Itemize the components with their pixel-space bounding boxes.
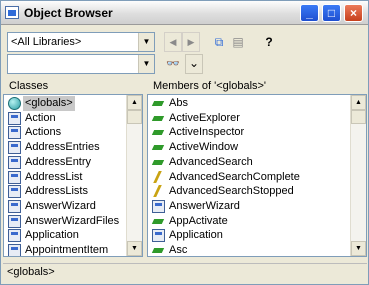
list-item-label: AnswerWizard <box>169 199 240 212</box>
class-list-item[interactable]: AnswerWizard <box>4 199 126 214</box>
list-item-label: AddressLists <box>25 185 88 198</box>
members-list[interactable]: Abs ActiveExplorer ActiveInspector ActiveWi… <box>147 94 367 257</box>
scroll-down-button[interactable]: ▼ <box>127 241 142 256</box>
member-list-item[interactable]: AppActivate <box>148 214 350 229</box>
search-button[interactable]: 👓 <box>164 54 182 74</box>
help-button[interactable]: ? <box>260 32 278 52</box>
member-list-item[interactable]: AdvancedSearchComplete <box>148 170 350 185</box>
list-item-label: AnswerWizard <box>25 199 96 212</box>
object-browser-icon <box>5 6 19 19</box>
event-icon <box>152 185 165 198</box>
list-item-label: AnswerWizardFiles <box>25 214 120 227</box>
members-scrollbar[interactable]: ▲ ▼ <box>350 95 366 256</box>
cls-icon <box>8 155 21 169</box>
member-list-item[interactable]: ActiveExplorer <box>148 111 350 126</box>
details-text: <globals> <box>7 266 55 278</box>
cls-icon <box>8 229 21 243</box>
cls-icon <box>8 141 21 155</box>
class-list-item[interactable]: AddressEntry <box>4 155 126 170</box>
library-dropdown-value: <All Libraries> <box>11 36 82 48</box>
list-item-label: AppActivate <box>169 214 228 227</box>
member-list-item[interactable]: Application <box>148 228 350 243</box>
class-list-item[interactable]: Actions <box>4 125 126 140</box>
list-item-label: Abs <box>169 97 188 109</box>
details-pane: <globals> <box>3 263 367 281</box>
glob-icon <box>8 97 21 110</box>
cls-icon <box>8 214 21 228</box>
classes-list[interactable]: <globals> Action Actions AddressEntries Addr… <box>3 94 143 257</box>
copy-to-clipboard-button[interactable]: ⧉ <box>210 32 228 52</box>
list-item-label: Action <box>25 111 56 124</box>
scroll-up-button[interactable]: ▲ <box>351 95 366 110</box>
class-list-item[interactable]: AddressLists <box>4 184 126 199</box>
class-list-item[interactable]: AppointmentItem <box>4 243 126 256</box>
title-bar[interactable]: Object Browser _ □ × <box>1 1 368 25</box>
list-item-label: Actions <box>25 126 62 139</box>
members-header: Members of '<globals>' <box>147 79 367 94</box>
list-item-label: Application <box>169 229 223 242</box>
member-icon <box>152 244 165 256</box>
close-button[interactable]: × <box>344 4 363 22</box>
list-item-label: <globals> <box>23 96 75 111</box>
member-list-item[interactable]: AdvancedSearch <box>148 155 350 170</box>
member-icon <box>152 141 165 154</box>
member-list-item[interactable]: AdvancedSearchStopped <box>148 184 350 199</box>
member-icon <box>152 156 165 169</box>
class-list-item[interactable]: <globals> <box>4 96 126 111</box>
show-hide-search-results-button[interactable]: ⌄ <box>185 54 203 74</box>
cls-icon <box>8 199 21 213</box>
member-list-item[interactable]: ActiveWindow <box>148 140 350 155</box>
scroll-down-button[interactable]: ▼ <box>351 241 366 256</box>
library-dropdown[interactable]: <All Libraries> ▼ <box>7 32 155 52</box>
chevron-down-icon[interactable]: ▼ <box>138 33 154 51</box>
cls-icon <box>8 244 21 256</box>
list-item-label: AppointmentItem <box>25 244 109 256</box>
cls-icon <box>8 126 21 140</box>
member-icon <box>152 112 165 125</box>
member-list-item[interactable]: AnswerWizard <box>148 199 350 214</box>
class-list-item[interactable]: AnswerWizardFiles <box>4 214 126 229</box>
member-list-item[interactable]: Abs <box>148 96 350 111</box>
list-item-label: ActiveExplorer <box>169 111 240 124</box>
list-item-label: AddressList <box>25 170 83 183</box>
go-back-button[interactable]: ◀ <box>164 32 182 52</box>
member-icon <box>152 97 165 110</box>
scroll-up-button[interactable]: ▲ <box>127 95 142 110</box>
member-list-item[interactable]: ActiveInspector <box>148 125 350 140</box>
maximize-button[interactable]: □ <box>322 4 341 22</box>
cls-icon <box>152 199 165 213</box>
window-title: Object Browser <box>24 6 113 20</box>
scroll-thumb[interactable] <box>127 110 142 124</box>
class-list-item[interactable]: Application <box>4 228 126 243</box>
list-item-label: AddressEntries <box>25 141 100 154</box>
scroll-thumb[interactable] <box>351 110 366 124</box>
object-browser-window: Object Browser _ □ × <All Libraries> ▼ ◀… <box>0 0 369 285</box>
cls-icon <box>8 170 21 184</box>
member-icon <box>152 215 165 228</box>
list-item-label: Asc <box>169 244 188 256</box>
class-list-item[interactable]: Action <box>4 111 126 126</box>
list-item-label: ActiveWindow <box>169 141 239 154</box>
list-item-label: AdvancedSearch <box>169 155 253 168</box>
list-item-label: Application <box>25 229 79 242</box>
minimize-button[interactable]: _ <box>300 4 319 22</box>
member-list-item[interactable]: Asc <box>148 243 350 256</box>
cls-icon <box>8 111 21 125</box>
list-item-label: ActiveInspector <box>169 126 245 139</box>
view-definition-button[interactable]: ▤ <box>229 32 247 52</box>
go-forward-button[interactable]: ▶ <box>182 32 200 52</box>
classes-header: Classes <box>3 79 143 94</box>
class-list-item[interactable]: AddressList <box>4 170 126 185</box>
search-text-input[interactable]: ▼ <box>7 54 155 74</box>
list-item-label: AddressEntry <box>25 155 92 168</box>
class-list-item[interactable]: AddressEntries <box>4 140 126 155</box>
event-icon <box>152 171 165 184</box>
cls-icon <box>152 229 165 243</box>
list-item-label: AdvancedSearchComplete <box>169 170 300 183</box>
cls-icon <box>8 185 21 199</box>
member-icon <box>152 126 165 139</box>
list-item-label: AdvancedSearchStopped <box>169 185 294 198</box>
classes-scrollbar[interactable]: ▲ ▼ <box>126 95 142 256</box>
chevron-down-icon[interactable]: ▼ <box>138 55 154 73</box>
